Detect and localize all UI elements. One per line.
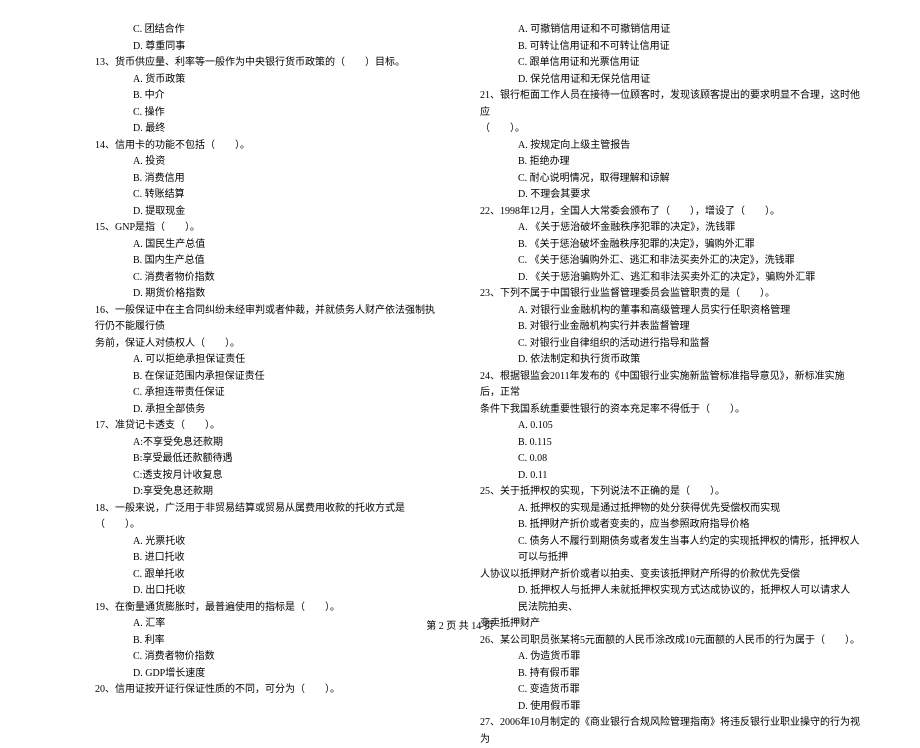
q16-option-d: D. 承担全部债务 (95, 402, 440, 419)
q19: 19、在衡量通货膨胀时，最普遍使用的指标是（ ）。 (95, 600, 440, 617)
q14-option-a: A. 投资 (95, 154, 440, 171)
q24-option-c: C. 0.08 (480, 451, 860, 468)
q16-option-b: B. 在保证范围内承担保证责任 (95, 369, 440, 386)
page-container: C. 团结合作 D. 尊重同事 13、货币供应量、利率等一般作为中央银行货币政策… (0, 0, 920, 610)
q26: 26、某公司职员张某将5元面额的人民币涂改成10元面额的人民币的行为属于（ ）。 (480, 633, 860, 650)
q15: 15、GNP是指（ ）。 (95, 220, 440, 237)
q23-option-a: A. 对银行业金融机构的董事和高级管理人员实行任职资格管理 (480, 303, 860, 320)
q16: 16、一般保证中在主合同纠纷未经审判或者仲裁，并就债务人财产依法强制执行仍不能履… (95, 303, 440, 336)
q24-option-d: D. 0.11 (480, 468, 860, 485)
q18-option-b: B. 进口托收 (95, 550, 440, 567)
q25-option-c: C. 债务人不履行到期债务或者发生当事人约定的实现抵押权的情形，抵押权人可以与抵… (480, 534, 860, 567)
q24-cont: 条件下我国系统重要性银行的资本充足率不得低于（ ）。 (480, 402, 860, 419)
q22: 22、1998年12月，全国人大常委会颁布了（ ），增设了（ ）。 (480, 204, 860, 221)
q17-option-a: A:不享受免息还款期 (95, 435, 440, 452)
q16-option-a: A. 可以拒绝承担保证责任 (95, 352, 440, 369)
q23-option-b: B. 对银行业金融机构实行并表监督管理 (480, 319, 860, 336)
q16-cont: 务前，保证人对债权人（ ）。 (95, 336, 440, 353)
q19-option-d: D. GDP增长速度 (95, 666, 440, 683)
q21-option-c: C. 耐心说明情况，取得理解和谅解 (480, 171, 860, 188)
q22-option-b: B. 《关于惩治破坏金融秩序犯罪的决定》，骗购外汇罪 (480, 237, 860, 254)
q17-option-d: D:享受免息还款期 (95, 484, 440, 501)
q22-option-c: C. 《关于惩治骗购外汇、逃汇和非法买卖外汇的决定》，洗钱罪 (480, 253, 860, 270)
q21-option-a: A. 按规定向上级主管报告 (480, 138, 860, 155)
q14-option-c: C. 转账结算 (95, 187, 440, 204)
q20-option-d: D. 保兑信用证和无保兑信用证 (480, 72, 860, 89)
q18-option-d: D. 出口托收 (95, 583, 440, 600)
q22-option-d: D. 《关于惩治骗购外汇、逃汇和非法买卖外汇的决定》，骗购外汇罪 (480, 270, 860, 287)
q14-option-b: B. 消费信用 (95, 171, 440, 188)
q25-c-cont: 人协议以抵押财产折价或者以拍卖、变卖该抵押财产所得的价款优先受偿 (480, 567, 860, 584)
q16-option-c: C. 承担连带责任保证 (95, 385, 440, 402)
q13-option-d: D. 最终 (95, 121, 440, 138)
q19-option-c: C. 消费者物价指数 (95, 649, 440, 666)
right-column: A. 可撤销信用证和不可撤销信用证 B. 可转让信用证和不可转让信用证 C. 跟… (460, 22, 920, 610)
q26-option-a: A. 伪造货币罪 (480, 649, 860, 666)
q20-option-a: A. 可撤销信用证和不可撤销信用证 (480, 22, 860, 39)
q22-option-a: A. 《关于惩治破坏金融秩序犯罪的决定》，洗钱罪 (480, 220, 860, 237)
page-footer: 第 2 页 共 14 页 (0, 617, 920, 632)
q13-option-a: A. 货币政策 (95, 72, 440, 89)
q25-option-a: A. 抵押权的实现是通过抵押物的处分获得优先受偿权而实现 (480, 501, 860, 518)
q25-option-b: B. 抵押财产折价或者变卖的，应当参照政府指导价格 (480, 517, 860, 534)
q26-option-b: B. 持有假币罪 (480, 666, 860, 683)
q24: 24、根据银监会2011年发布的《中国银行业实施新监管标准指导意见》，新标准实施… (480, 369, 860, 402)
q18-option-a: A. 光票托收 (95, 534, 440, 551)
q24-option-b: B. 0.115 (480, 435, 860, 452)
q18: 18、一般来说，广泛用于非贸易结算或贸易从属费用收款的托收方式是（ ）。 (95, 501, 440, 534)
q17-option-c: C:透支按月计收复息 (95, 468, 440, 485)
q14: 14、信用卡的功能不包括（ ）。 (95, 138, 440, 155)
q19-option-b: B. 利率 (95, 633, 440, 650)
q18-option-c: C. 跟单托收 (95, 567, 440, 584)
q15-option-b: B. 国内生产总值 (95, 253, 440, 270)
q20-option-b: B. 可转让信用证和不可转让信用证 (480, 39, 860, 56)
q13-option-c: C. 操作 (95, 105, 440, 122)
q25-option-d: D. 抵押权人与抵押人未就抵押权实现方式达成协议的，抵押权人可以请求人民法院拍卖… (480, 583, 860, 616)
q26-option-c: C. 变造货币罪 (480, 682, 860, 699)
q23-option-c: C. 对银行业自律组织的活动进行指导和监督 (480, 336, 860, 353)
q15-option-c: C. 消费者物价指数 (95, 270, 440, 287)
q14-option-d: D. 提取现金 (95, 204, 440, 221)
q21-cont: （ ）。 (480, 121, 860, 138)
q27: 27、2006年10月制定的《商业银行合规风险管理指南》将违反银行业职业操守的行… (480, 715, 860, 748)
q21-option-d: D. 不理会其要求 (480, 187, 860, 204)
q12-option-d: D. 尊重同事 (95, 39, 440, 56)
q12-option-c: C. 团结合作 (95, 22, 440, 39)
q17: 17、准贷记卡透支（ ）。 (95, 418, 440, 435)
q21: 21、银行柜面工作人员在接待一位顾客时，发现该顾客提出的要求明显不合理，这时他应 (480, 88, 860, 121)
q25: 25、关于抵押权的实现，下列说法不正确的是（ ）。 (480, 484, 860, 501)
q13: 13、货币供应量、利率等一般作为中央银行货币政策的（ ）目标。 (95, 55, 440, 72)
q17-option-b: B:享受最低还款额待遇 (95, 451, 440, 468)
q24-option-a: A. 0.105 (480, 418, 860, 435)
left-column: C. 团结合作 D. 尊重同事 13、货币供应量、利率等一般作为中央银行货币政策… (0, 22, 460, 610)
q15-option-d: D. 期货价格指数 (95, 286, 440, 303)
q20: 20、信用证按开证行保证性质的不同，可分为（ ）。 (95, 682, 440, 699)
q26-option-d: D. 使用假币罪 (480, 699, 860, 716)
q21-option-b: B. 拒绝办理 (480, 154, 860, 171)
q23-option-d: D. 依法制定和执行货币政策 (480, 352, 860, 369)
q15-option-a: A. 国民生产总值 (95, 237, 440, 254)
q20-option-c: C. 跟单信用证和光票信用证 (480, 55, 860, 72)
q23: 23、下列不属于中国银行业监督管理委员会监管职责的是（ ）。 (480, 286, 860, 303)
q13-option-b: B. 中介 (95, 88, 440, 105)
